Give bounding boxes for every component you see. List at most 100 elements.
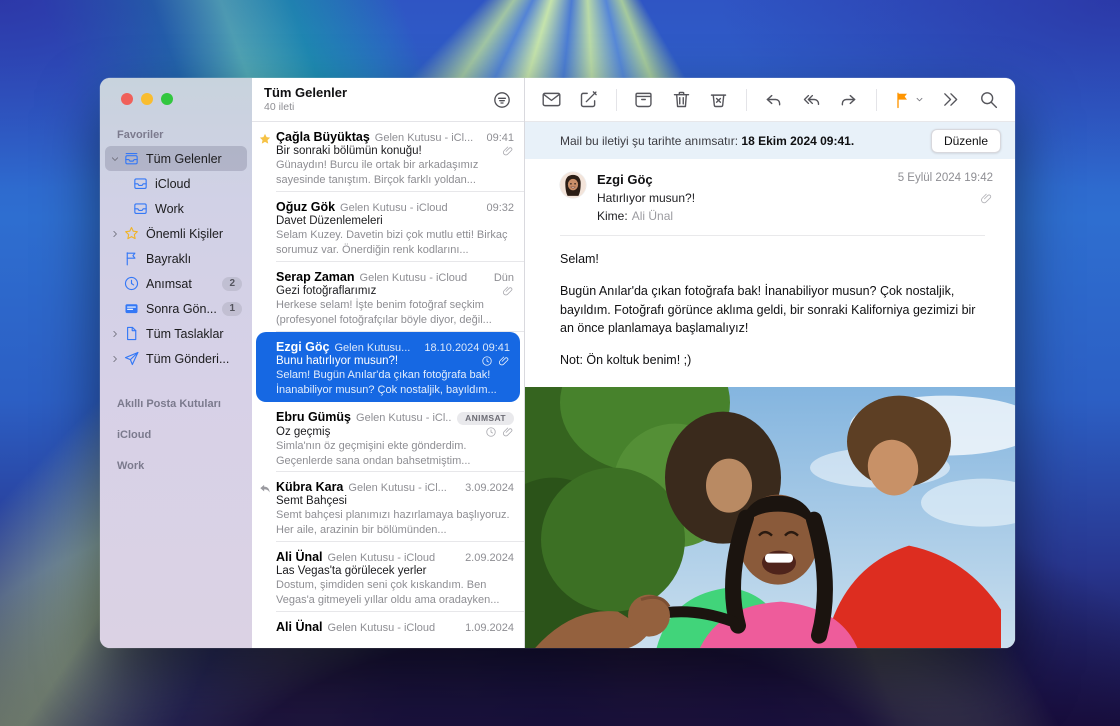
reply-button[interactable]: [763, 89, 784, 110]
flag-button[interactable]: [893, 90, 924, 110]
message-row-k-bra-kara-5[interactable]: Kübra KaraGelen Kutusu - iCl...3.09.2024…: [252, 472, 524, 542]
chevron-right-icon[interactable]: [110, 329, 120, 339]
message-row-o-uz-g-k-1[interactable]: Oğuz GökGelen Kutusu - iCloud09:32Davet …: [252, 192, 524, 262]
search-button[interactable]: [978, 89, 999, 110]
subject: Semt Bahçesi: [276, 495, 514, 507]
inbox-icon: [132, 200, 149, 217]
message-sender-name: Ezgi Göç: [597, 172, 887, 187]
archive-button[interactable]: [633, 89, 654, 110]
sidebar-item-an-msat[interactable]: Anımsat2: [105, 271, 247, 296]
subject: Bir sonraki bölümün konuğu!: [276, 145, 497, 157]
sidebar-item-icloud[interactable]: iCloud: [105, 171, 247, 196]
sidebar-item-bayrakl[interactable]: Bayraklı: [105, 246, 247, 271]
preview: Selam Kuzey. Davetin bizi çok mutlu etti…: [276, 228, 514, 258]
message-row-ezgi-g-3[interactable]: Ezgi GöçGelen Kutusu...18.10.2024 09:41B…: [256, 332, 520, 402]
star-icon: [123, 225, 140, 242]
document-icon: [123, 325, 140, 342]
mailbox-label: Gelen Kutusu - iCl...: [348, 482, 460, 494]
sender: Ali Ünal: [276, 550, 323, 564]
message-row-a-la-b-y-kta-0[interactable]: Çağla BüyüktaşGelen Kutusu - iCl...09:41…: [252, 122, 524, 192]
compose-button[interactable]: [578, 89, 599, 110]
toolbar-separator: [616, 89, 617, 111]
minimize-window-button[interactable]: [141, 93, 153, 105]
sender: Ali Ünal: [276, 620, 323, 634]
message-row-line1: Kübra KaraGelen Kutusu - iCl...3.09.2024: [276, 480, 514, 494]
get-mail-button[interactable]: [541, 89, 562, 110]
message-row-serap-zaman-2[interactable]: Serap ZamanGelen Kutusu - iCloudDünGezi …: [252, 262, 524, 332]
paperclip-icon: [502, 285, 514, 297]
junk-button[interactable]: [708, 89, 729, 110]
mailbox-label: Gelen Kutusu...: [334, 342, 419, 354]
zoom-window-button[interactable]: [161, 93, 173, 105]
sidebar-item-t-m-g-nderi[interactable]: Tüm Gönderi...: [105, 346, 247, 371]
inbox-icon: [132, 175, 149, 192]
message-list-header: Tüm Gelenler 40 ileti: [252, 78, 524, 122]
reminder-date: 18 Ekim 2024 09:41.: [741, 134, 854, 148]
clock-icon: [123, 275, 140, 292]
message-row-line2: Semt Bahçesi: [276, 495, 514, 507]
sidebar-footer: Akıllı Posta Kutuları iCloud Work: [100, 389, 252, 482]
message-list-pane: Tüm Gelenler 40 ileti Çağla BüyüktaşGele…: [252, 78, 525, 648]
message-header-meta: 5 Eylül 2024 19:42: [898, 172, 993, 223]
filter-button[interactable]: [492, 90, 512, 110]
sidebar-item-work[interactable]: Work: [105, 196, 247, 221]
edit-reminder-button[interactable]: Düzenle: [931, 129, 1001, 153]
message-row-ali-nal-6[interactable]: Ali ÜnalGelen Kutusu - iCloud2.09.2024La…: [252, 542, 524, 612]
flag-outline-icon: [123, 250, 140, 267]
message-row-line1: Çağla BüyüktaşGelen Kutusu - iCl...09:41: [276, 130, 514, 144]
chevron-right-icon[interactable]: [110, 229, 120, 239]
reply-arrow-icon: [258, 482, 272, 496]
preview: Simla'nın öz geçmişini ekte gönderdim. G…: [276, 439, 514, 469]
send-later-icon: [123, 300, 140, 317]
sender-avatar[interactable]: [560, 172, 586, 198]
preview: Herkese selam! İşte benim fotoğraf seçki…: [276, 298, 514, 328]
sidebar-item-label: Anımsat: [146, 277, 192, 291]
message-row-line1: Serap ZamanGelen Kutusu - iCloudDün: [276, 270, 514, 284]
paperclip-icon: [980, 192, 993, 205]
close-window-button[interactable]: [121, 93, 133, 105]
recipient-name[interactable]: Ali Ünal: [632, 209, 673, 223]
timestamp: 09:41: [486, 132, 514, 144]
message-recipients: Kime: Ali Ünal: [597, 209, 887, 223]
subject: Las Vegas'ta görülecek yerler: [276, 565, 514, 577]
remind-badge: ANIMSAT: [457, 412, 514, 426]
timestamp: Dün: [494, 272, 514, 284]
sender: Ebru Gümüş: [276, 410, 351, 424]
subject: Öz geçmiş: [276, 426, 480, 438]
chevron-down-icon[interactable]: [110, 154, 120, 164]
mail-window: Favoriler Tüm GelenleriCloudWorkÖnemli K…: [100, 78, 1015, 648]
message-row-ebru-g-m-4[interactable]: Ebru GümüşGelen Kutusu - iCl...ANIMSATÖz…: [252, 402, 524, 472]
favorites-header: Favoriler: [100, 118, 252, 146]
to-label: Kime:: [597, 209, 628, 223]
timestamp: 3.09.2024: [465, 482, 514, 494]
timestamp: 09:32: [486, 202, 514, 214]
sidebar-item-label: iCloud: [155, 177, 190, 191]
toolbar-separator: [746, 89, 747, 111]
more-toolbar-items-button[interactable]: [940, 89, 961, 110]
sidebar-item-sonra-g-n[interactable]: Sonra Gön...1: [105, 296, 247, 321]
body-paragraph: Bugün Anılar'da çıkan fotoğrafa bak! İna…: [560, 282, 985, 338]
message-rows: Çağla BüyüktaşGelen Kutusu - iCl...09:41…: [252, 122, 524, 648]
account-header-icloud[interactable]: iCloud: [100, 420, 252, 451]
reading-pane: Mail bu iletiyi şu tarihte anımsatır: 18…: [525, 78, 1015, 648]
timestamp: 18.10.2024 09:41: [424, 342, 510, 354]
sidebar-item-nemli-ki-iler[interactable]: Önemli Kişiler: [105, 221, 247, 246]
paperclip-icon: [502, 145, 514, 157]
attachment-photo[interactable]: [525, 387, 1015, 648]
message-row-ali-nal-7[interactable]: Ali ÜnalGelen Kutusu - iCloud1.09.2024: [252, 612, 524, 648]
sidebar-item-t-m-taslaklar[interactable]: Tüm Taslaklar: [105, 321, 247, 346]
sidebar-item-label: Tüm Gelenler: [146, 152, 222, 166]
toolbar: [525, 78, 1015, 122]
reply-all-button[interactable]: [801, 89, 822, 110]
trash-button[interactable]: [671, 89, 692, 110]
message-list-title: Tüm Gelenler: [264, 86, 347, 101]
chevron-right-icon[interactable]: [110, 354, 120, 364]
forward-button[interactable]: [838, 89, 859, 110]
clock-small-icon: [485, 426, 497, 438]
message-header-text: Ezgi Göç Hatırlıyor musun?! Kime:Ali Üna…: [597, 172, 887, 223]
mailbox-label: Gelen Kutusu - iCloud: [340, 202, 481, 214]
message-row-line1: Ebru GümüşGelen Kutusu - iCl...ANIMSAT: [276, 410, 514, 425]
smart-mailboxes-header[interactable]: Akıllı Posta Kutuları: [100, 389, 252, 420]
sidebar-item-t-m-gelenler[interactable]: Tüm Gelenler: [105, 146, 247, 171]
account-header-work[interactable]: Work: [100, 451, 252, 482]
